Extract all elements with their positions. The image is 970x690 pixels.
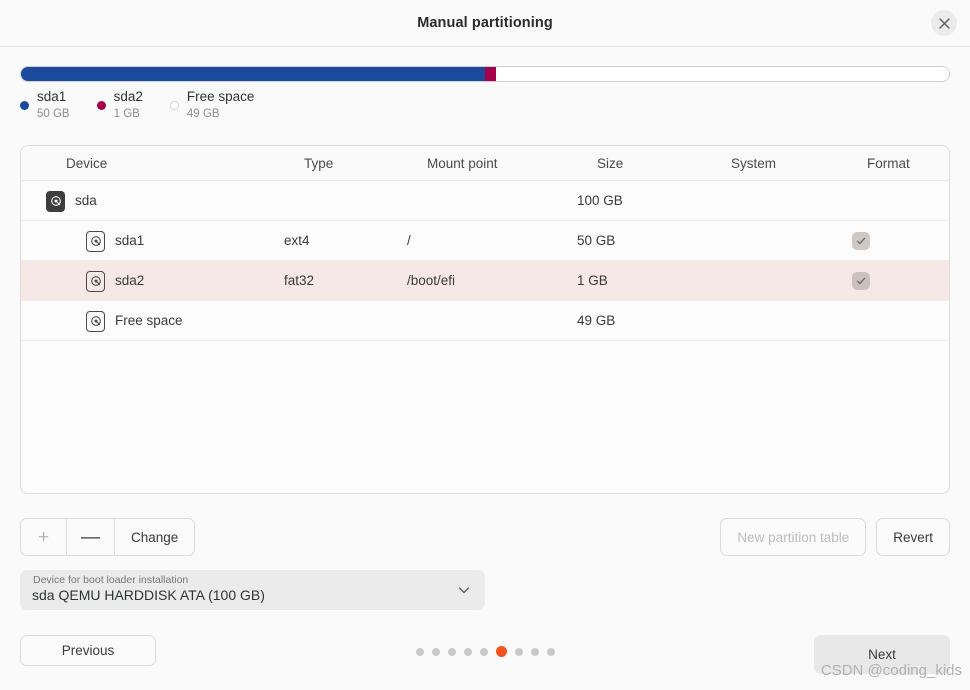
device-name: sda2: [115, 273, 145, 288]
column-header-type: Type: [304, 156, 334, 171]
legend-item: Free space 49 GB: [169, 88, 255, 123]
legend-text: Free space 49 GB: [187, 88, 255, 123]
legend-label: sda1: [37, 89, 67, 104]
legend-item: sda2 1 GB: [96, 88, 143, 123]
legend-color-dot: [169, 101, 179, 110]
partition-icon: [86, 230, 105, 252]
legend-label: sda2: [113, 89, 143, 104]
next-button[interactable]: Next: [814, 635, 950, 674]
usage-segment: [496, 67, 949, 81]
cell-size: 100 GB: [577, 193, 623, 208]
table-row[interactable]: sda1 ext4 / 50 GB: [21, 221, 949, 261]
cell-size: 1 GB: [577, 273, 608, 288]
progress-dot[interactable]: [447, 647, 456, 656]
progress-dot[interactable]: [479, 647, 488, 656]
progress-dot[interactable]: [514, 647, 523, 656]
cell-device: sda1: [86, 221, 144, 261]
usage-segment: [485, 67, 497, 81]
new-partition-table-button[interactable]: New partition table: [720, 518, 867, 556]
partition-action-toolbar: + — Change: [20, 518, 196, 556]
legend-text: sda2 1 GB: [114, 88, 143, 123]
column-header-device: Device: [66, 156, 108, 171]
cell-device: sda2: [86, 261, 144, 301]
wizard-footer: Previous Next: [0, 630, 970, 690]
legend-item: sda1 50 GB: [20, 88, 70, 123]
legend-label: Free space: [186, 89, 255, 104]
column-header-size: Size: [597, 156, 624, 171]
column-header-format: Format: [867, 156, 910, 171]
revert-button[interactable]: Revert: [876, 518, 950, 556]
cell-mount-point: /boot/efi: [407, 273, 456, 288]
add-partition-button[interactable]: +: [20, 518, 66, 556]
minus-icon: —: [81, 526, 100, 548]
partition-legend: sda1 50 GB sda2 1 GB Free space 49 GB: [20, 88, 281, 123]
close-icon: [938, 17, 950, 29]
device-name: Free space: [115, 313, 183, 328]
bootloader-device-value: sda QEMU HARDDISK ATA (100 GB): [32, 587, 265, 603]
table-row[interactable]: sda 100 GB: [21, 181, 949, 221]
column-header-system: System: [731, 156, 777, 171]
progress-dot[interactable]: [463, 647, 472, 656]
cell-mount-point: /: [407, 233, 411, 248]
legend-size: 1 GB: [113, 108, 140, 121]
device-name: sda: [75, 193, 97, 208]
cell-type: ext4: [284, 233, 310, 248]
legend-size: 49 GB: [186, 108, 220, 121]
chevron-down-icon: [457, 583, 471, 600]
bootloader-device-combobox[interactable]: Device for boot loader installation sda …: [20, 570, 485, 610]
partition-usage-bar: [20, 66, 950, 82]
partition-table: Device Type Mount point Size System Format sd…: [20, 145, 950, 494]
legend-color-dot: [96, 101, 106, 110]
plus-icon: +: [37, 526, 50, 548]
legend-text: sda1 50 GB: [37, 88, 70, 123]
remove-partition-button[interactable]: —: [66, 518, 114, 556]
disk-icon: [46, 190, 65, 212]
progress-dot-active[interactable]: [495, 646, 507, 657]
change-partition-button[interactable]: Change: [114, 518, 196, 556]
table-row[interactable]: sda2 fat32/boot/efi 1 GB: [21, 261, 949, 301]
partition-icon: [86, 310, 105, 332]
table-body: sda 100 GB sda1 ext4 / 50 GB sda2 fat32/boot/ef…: [21, 181, 949, 341]
progress-dot[interactable]: [415, 647, 424, 656]
cell-type: fat32: [284, 273, 315, 288]
format-checkbox[interactable]: [852, 232, 870, 250]
format-checkbox[interactable]: [852, 272, 870, 290]
legend-color-dot: [20, 101, 29, 110]
cell-device: Free space: [86, 301, 183, 341]
page-title: Manual partitioning: [417, 15, 553, 31]
close-window-button[interactable]: [931, 10, 957, 36]
bootloader-device-label: Device for boot loader installation: [33, 574, 189, 586]
table-action-toolbar: New partition table Revert: [720, 518, 950, 556]
table-header-row: Device Type Mount point Size System Format: [21, 146, 949, 181]
progress-dot[interactable]: [431, 647, 440, 656]
window-headerbar: Manual partitioning: [0, 0, 970, 47]
partition-icon: [86, 270, 105, 292]
usage-segment: [21, 67, 485, 81]
cell-size: 50 GB: [577, 233, 616, 248]
cell-size: 49 GB: [577, 313, 616, 328]
table-row[interactable]: Free space 49 GB: [21, 301, 949, 341]
device-name: sda1: [115, 233, 145, 248]
progress-dot[interactable]: [546, 647, 555, 656]
column-header-mount-point: Mount point: [427, 156, 498, 171]
legend-size: 50 GB: [37, 108, 70, 121]
progress-dot[interactable]: [530, 647, 539, 656]
main-content: sda1 50 GB sda2 1 GB Free space 49 GB Device T…: [0, 47, 970, 630]
cell-device: sda: [46, 181, 97, 221]
bootloader-device-field: Device for boot loader installation sda …: [20, 570, 485, 610]
